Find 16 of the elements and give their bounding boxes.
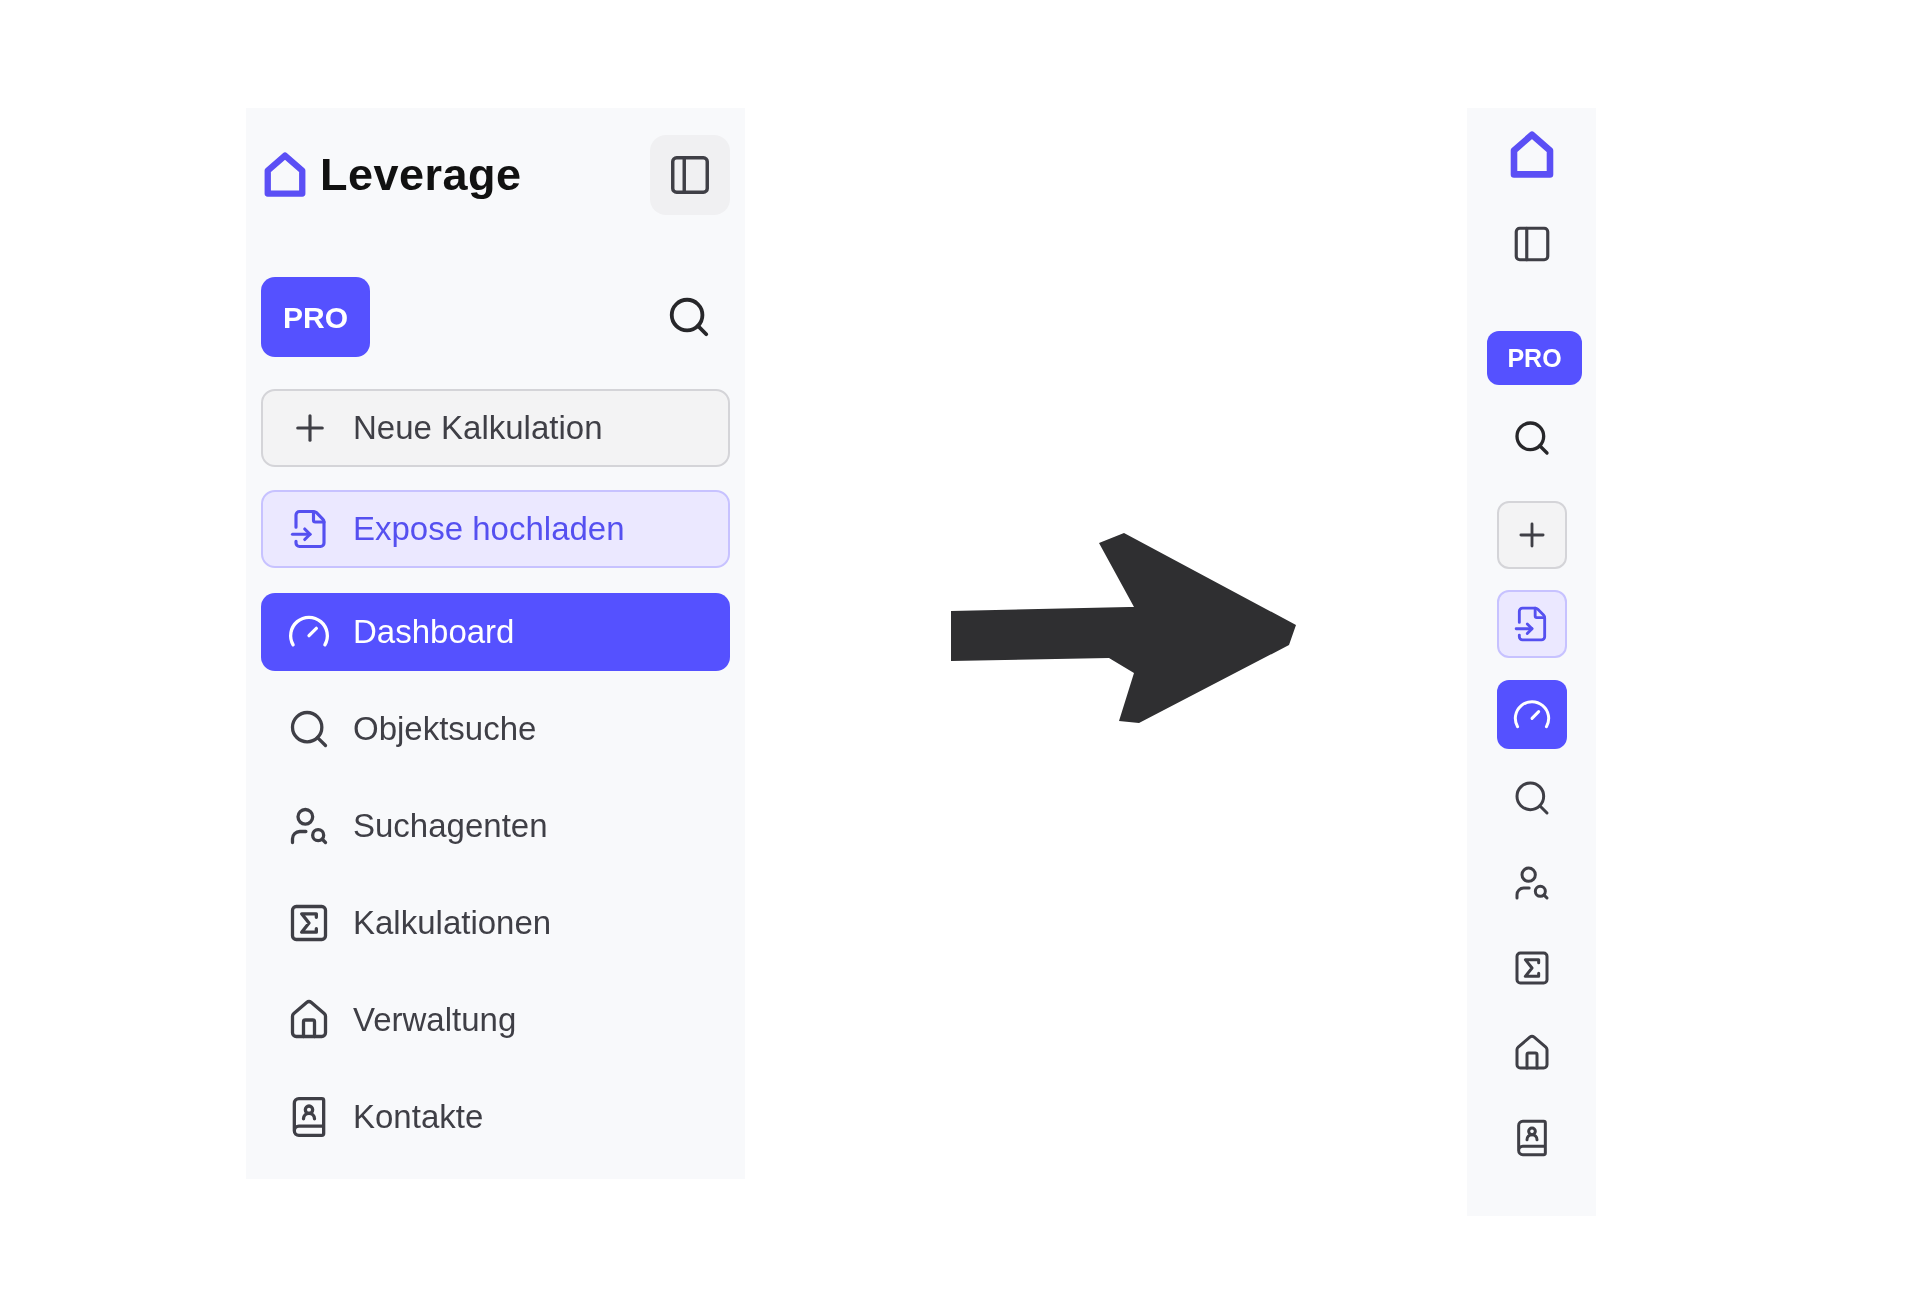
new-calculation-button[interactable]: Neue Kalkulation [261,389,730,467]
nav-item[interactable]: Verwaltung [261,981,730,1059]
new-calculation-button[interactable] [1496,501,1567,570]
nav-item[interactable] [1496,680,1567,750]
sidebar-toggle-button[interactable] [650,135,730,215]
upload-button[interactable] [1496,590,1567,659]
pro-badge[interactable]: PRO [261,277,370,357]
upload-button[interactable]: Expose hochladen [261,490,730,568]
brand-name: Leverage [320,152,522,198]
nav-item[interactable]: Kalkulationen [261,884,730,962]
nav-item[interactable]: Suchagenten [261,787,730,865]
nav-item[interactable]: Kontakte [261,1078,730,1156]
nav-item[interactable]: Dashboard [261,593,730,671]
nav-item[interactable]: Objektsuche [261,690,730,768]
pro-badge[interactable]: PRO [1487,331,1582,386]
house-logo-icon [262,150,308,200]
